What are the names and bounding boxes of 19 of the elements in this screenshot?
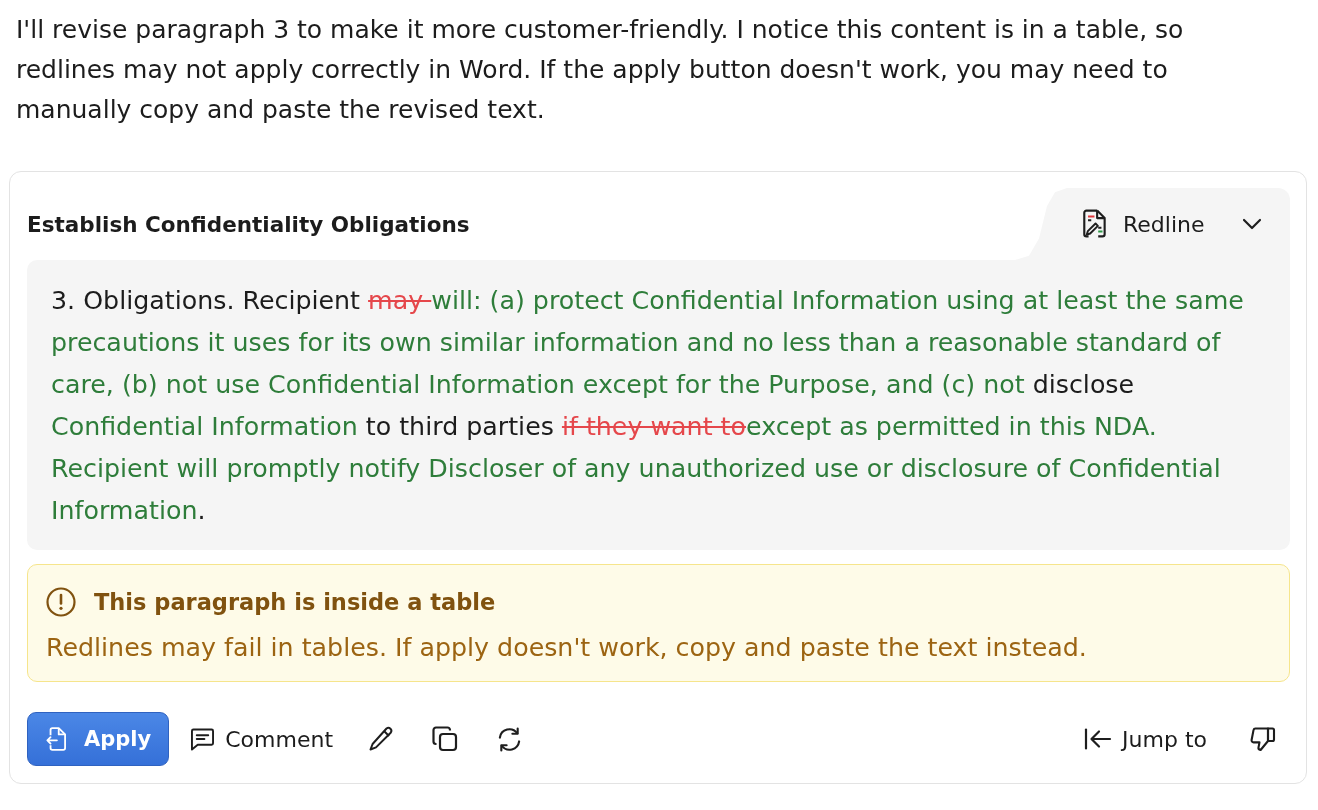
- comment-icon: [190, 727, 216, 751]
- refresh-icon: [497, 726, 522, 752]
- pencil-icon: [368, 726, 394, 752]
- comment-button[interactable]: Comment: [186, 720, 337, 758]
- redline-dropdown[interactable]: Redline: [1015, 188, 1290, 260]
- chevron-down-icon: [1242, 218, 1262, 230]
- warning-title: This paragraph is inside a table: [94, 589, 496, 615]
- copy-icon: [432, 726, 458, 752]
- arrow-left-to-bar-icon: [1084, 728, 1113, 750]
- card-title: Establish Confidentiality Obligations: [27, 211, 470, 237]
- jump-to-button[interactable]: Jump to: [1080, 720, 1211, 758]
- redline-paragraph: 3. Obligations. Recipient may will: (a) protect Confidential Information using at least the same precautions it uses for its own similar information and no less than a reasonable standard of care, (b) not use Confidential Information except for the Purpose, and (c) not disclose Confidential Information to third parties if they want toexcept as permitted in this NDA. Recipient will promptly notify Discloser of any unauthorized use or disclosure of Confidential Information.: [51, 285, 1245, 527]
- document-arrow-icon: [46, 727, 66, 751]
- thumbs-down-icon: [1250, 726, 1276, 752]
- document-pen-icon: [1082, 209, 1108, 239]
- assistant-message: I'll revise paragraph 3 to make it more customer-friendly. I notice this content is in a table, so redlines may not apply correctly in Word. If the apply button doesn't work, you may need to manually copy and paste the revised text.: [16, 14, 1185, 126]
- apply-button[interactable]: Apply: [27, 712, 170, 766]
- warning-icon: [46, 587, 76, 617]
- warning-text: Redlines may fail in tables. If apply doesn't work, copy and paste the text instead.: [46, 632, 1088, 664]
